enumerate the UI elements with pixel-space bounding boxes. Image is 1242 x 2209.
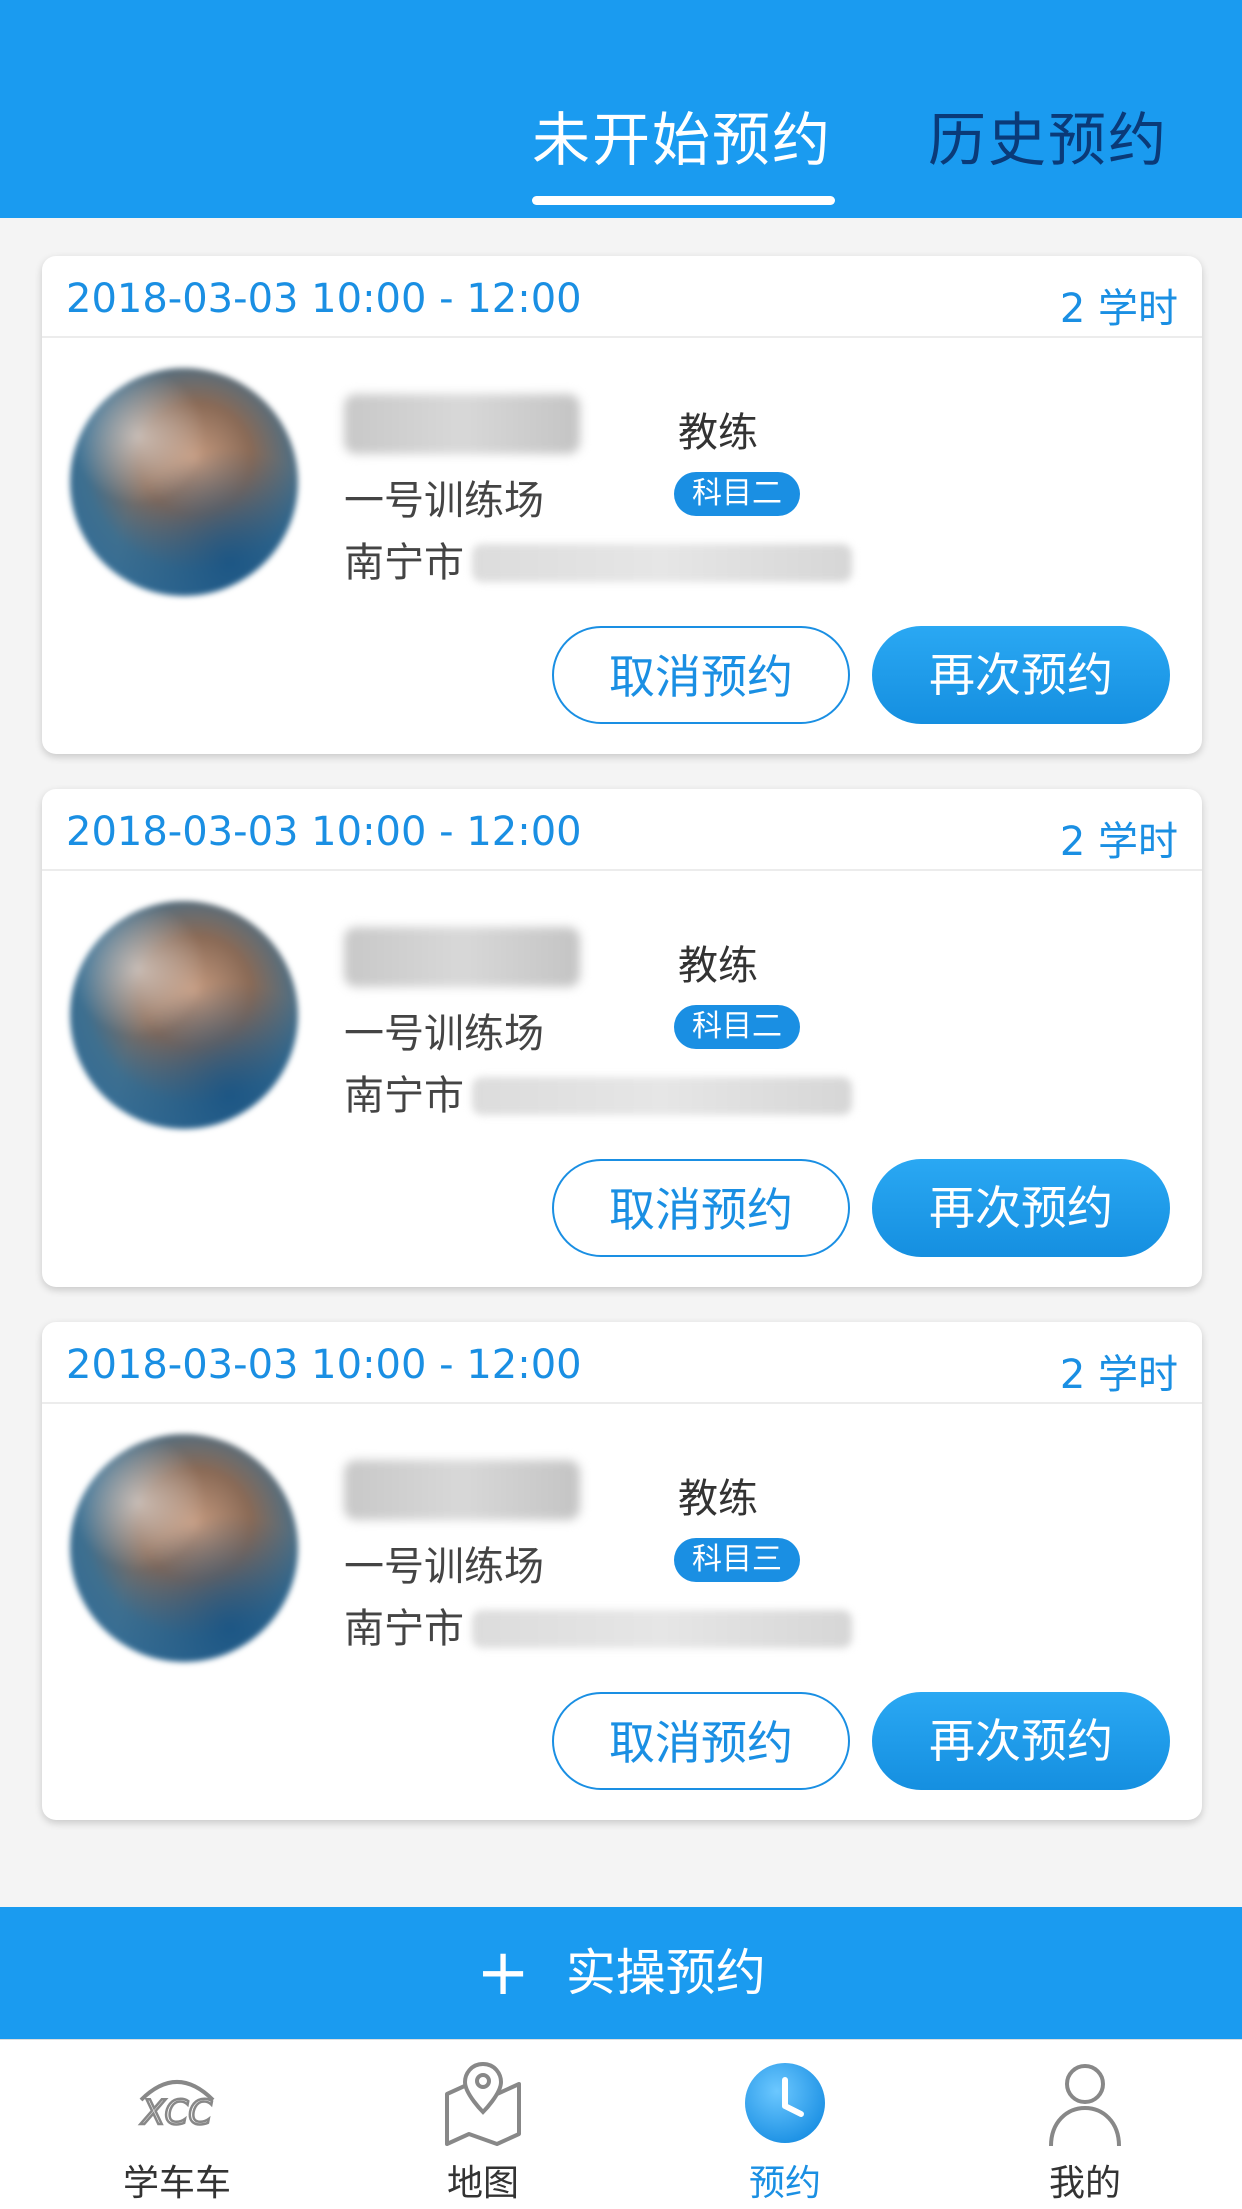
plus-icon: + <box>476 1936 530 2010</box>
subject-badge: 科目二 <box>674 1005 800 1049</box>
appointment-hours: 2 学时 <box>1059 819 1178 865</box>
city-label: 南宁市 <box>344 1606 464 1652</box>
active-tab-indicator <box>532 196 835 205</box>
city-label: 南宁市 <box>344 1073 464 1119</box>
xcc-logo-icon: XCC <box>139 2080 215 2134</box>
coach-role: 教练 <box>678 410 758 456</box>
practical-appointment-button[interactable]: + 实操预约 <box>0 1907 1242 2039</box>
rebook-button[interactable]: 再次预约 <box>872 626 1170 724</box>
user-icon <box>1049 2064 1121 2146</box>
rebook-button[interactable]: 再次预约 <box>872 1159 1170 1257</box>
appointment-time: 2018-03-03 10:00 - 12:00 <box>66 276 582 322</box>
coach-role: 教练 <box>678 943 758 989</box>
cancel-appointment-button[interactable]: 取消预约 <box>552 1159 850 1257</box>
coach-name-redacted <box>344 927 580 987</box>
subject-badge: 科目二 <box>674 472 800 516</box>
training-venue: 一号训练场 <box>344 1544 544 1590</box>
coach-avatar <box>70 1434 298 1662</box>
address-redacted <box>472 544 852 582</box>
nav-map-label: 地图 <box>446 2163 519 2204</box>
rebook-button[interactable]: 再次预约 <box>872 1692 1170 1790</box>
address-redacted <box>472 1610 852 1648</box>
appointment-card: 2018-03-03 10:00 - 12:00 2 学时 教练 一号训练场 科… <box>42 789 1202 1287</box>
map-pin-icon <box>445 2061 521 2146</box>
appointment-card: 2018-03-03 10:00 - 12:00 2 学时 教练 一号训练场 科… <box>42 256 1202 754</box>
coach-name-redacted <box>344 1460 580 1520</box>
card-header: 2018-03-03 10:00 - 12:00 2 学时 <box>42 1322 1202 1404</box>
nav-appointments-label: 预约 <box>748 2163 821 2204</box>
coach-avatar <box>70 901 298 1129</box>
city-label: 南宁市 <box>344 540 464 586</box>
appointment-time: 2018-03-03 10:00 - 12:00 <box>66 809 582 855</box>
appointment-time: 2018-03-03 10:00 - 12:00 <box>66 1342 582 1388</box>
header: 未开始预约 历史预约 <box>0 0 1242 218</box>
nav-appointments[interactable]: 预约 <box>630 2040 940 2209</box>
nav-profile[interactable]: 我的 <box>930 2040 1240 2209</box>
cancel-appointment-button[interactable]: 取消预约 <box>552 626 850 724</box>
nav-map[interactable]: 地图 <box>328 2040 638 2209</box>
coach-avatar <box>70 368 298 596</box>
coach-role: 教练 <box>678 1476 758 1522</box>
appointment-card: 2018-03-03 10:00 - 12:00 2 学时 教练 一号训练场 科… <box>42 1322 1202 1820</box>
nav-home-label: 学车车 <box>122 2163 231 2204</box>
card-header: 2018-03-03 10:00 - 12:00 2 学时 <box>42 256 1202 338</box>
coach-name-redacted <box>344 394 580 454</box>
practical-appointment-label: 实操预约 <box>565 1944 766 2002</box>
card-header: 2018-03-03 10:00 - 12:00 2 学时 <box>42 789 1202 871</box>
bottom-tab-bar: XCC 学车车 地图 预约 我的 <box>0 2039 1242 2209</box>
cancel-appointment-button[interactable]: 取消预约 <box>552 1692 850 1790</box>
nav-profile-label: 我的 <box>1048 2163 1121 2204</box>
tab-upcoming[interactable]: 未开始预约 <box>532 100 832 180</box>
nav-home[interactable]: XCC 学车车 <box>22 2040 332 2209</box>
svg-text:XCC: XCC <box>140 2093 212 2133</box>
address-redacted <box>472 1077 852 1115</box>
clock-icon <box>745 2063 825 2143</box>
appointment-hours: 2 学时 <box>1059 1352 1178 1398</box>
training-venue: 一号训练场 <box>344 478 544 524</box>
appointment-hours: 2 学时 <box>1059 286 1178 332</box>
subject-badge: 科目三 <box>674 1538 800 1582</box>
training-venue: 一号训练场 <box>344 1011 544 1057</box>
tab-history[interactable]: 历史预约 <box>928 100 1168 180</box>
